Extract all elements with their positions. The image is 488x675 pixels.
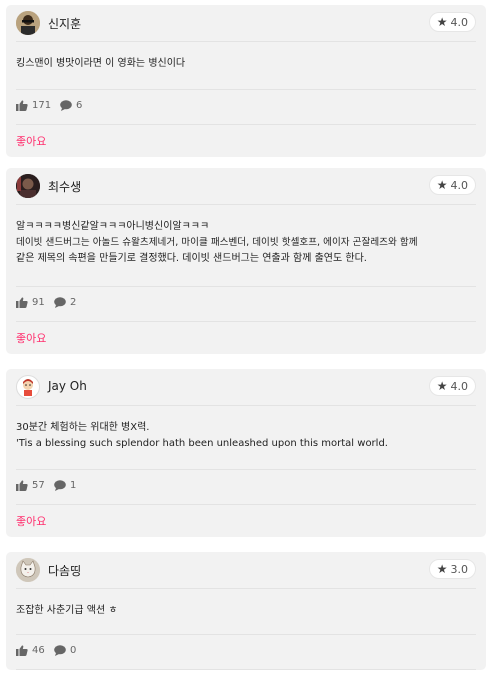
man-with-glasses-avatar[interactable]	[16, 11, 40, 35]
comments-stat: 0	[54, 645, 76, 656]
comments-count: 6	[76, 100, 83, 111]
star-icon: ★	[436, 15, 448, 29]
thumbs-up-icon	[16, 645, 28, 656]
comments-count: 0	[70, 645, 77, 656]
review-stats: 91 2	[16, 287, 476, 322]
review-card: 다솜띵 ★ 3.0 조잡한 사춘기급 액션 ㅎ 46 0	[6, 552, 486, 670]
review-body[interactable]: 알ㅋㅋㅋㅋ병신같알ㅋㅋㅋ아니병신이알ㅋㅋㅋ 데이빗 샌드버그는 아놀드 슈왈츠제…	[16, 205, 476, 287]
like-button[interactable]: 좋아요	[16, 322, 476, 354]
review-stats: 57 1	[16, 470, 476, 505]
rating-value: 3.0	[450, 562, 469, 576]
likes-stat: 46	[16, 645, 45, 656]
likes-stat: 57	[16, 480, 45, 491]
review-text-line: 조잡한 사춘기급 액션 ㅎ	[16, 605, 118, 616]
likes-stat: 91	[16, 297, 45, 308]
rating-value: 4.0	[450, 379, 469, 393]
rating-badge: ★ 4.0	[428, 175, 476, 195]
comments-stat: 1	[54, 480, 76, 491]
speech-bubble-icon	[54, 297, 66, 308]
cat-avatar[interactable]	[16, 558, 40, 582]
star-icon: ★	[436, 178, 448, 192]
review-header: 신지훈 ★ 4.0	[16, 5, 476, 42]
rating-badge: ★ 3.0	[428, 559, 476, 579]
review-username[interactable]: 신지훈	[48, 15, 81, 32]
review-username[interactable]: Jay Oh	[48, 379, 87, 393]
thumbs-up-icon	[16, 480, 28, 491]
comments-stat: 2	[54, 297, 76, 308]
speech-bubble-icon	[54, 645, 66, 656]
review-header: Jay Oh ★ 4.0	[16, 369, 476, 406]
review-stats: 171 6	[16, 90, 476, 125]
review-card: 신지훈 ★ 4.0 킹스맨이 병맛이라면 이 영화는 병신이다 171 6 좋아…	[6, 5, 486, 157]
review-text-line: 킹스맨이 병맛이라면 이 영화는 병신이다	[16, 58, 186, 69]
dark-portrait-avatar[interactable]	[16, 174, 40, 198]
likes-count: 57	[32, 480, 45, 491]
comments-stat: 6	[60, 100, 82, 111]
speech-bubble-icon	[54, 480, 66, 491]
thumbs-up-icon	[16, 297, 28, 308]
rating-value: 4.0	[450, 15, 469, 29]
rating-badge: ★ 4.0	[428, 12, 476, 32]
review-text-line: 알ㅋㅋㅋㅋ병신같알ㅋㅋㅋ아니병신이알ㅋㅋㅋ	[16, 221, 210, 232]
star-icon: ★	[436, 379, 448, 393]
likes-stat: 171	[16, 100, 51, 111]
likes-count: 171	[32, 100, 52, 111]
review-text-line: 'Tis a blessing such splendor hath been …	[16, 438, 388, 449]
review-username[interactable]: 다솜띵	[48, 562, 81, 579]
review-text-line: 데이빗 샌드버그는 아놀드 슈왈츠제네거, 마이클 패스벤더, 데이빗 핫셀호프…	[16, 237, 418, 248]
review-body[interactable]: 킹스맨이 병맛이라면 이 영화는 병신이다	[16, 42, 476, 90]
speech-bubble-icon	[60, 100, 72, 111]
review-username[interactable]: 최수생	[48, 178, 81, 195]
review-text-line: 같은 제목의 속편을 만들기로 결정했다. 데이빗 샌드버그는 연출과 함께 출…	[16, 253, 367, 264]
comments-count: 1	[70, 480, 77, 491]
review-body[interactable]: 30분간 체험하는 위대한 병X력. 'Tis a blessing such …	[16, 406, 476, 470]
review-stats: 46 0	[16, 635, 476, 670]
review-header: 최수생 ★ 4.0	[16, 168, 476, 205]
like-button[interactable]: 좋아요	[16, 125, 476, 157]
review-card: Jay Oh ★ 4.0 30분간 체험하는 위대한 병X력. 'Tis a b…	[6, 369, 486, 537]
like-button[interactable]: 좋아요	[16, 505, 476, 537]
likes-count: 46	[32, 645, 45, 656]
review-body[interactable]: 조잡한 사춘기급 액션 ㅎ	[16, 589, 476, 635]
likes-count: 91	[32, 297, 45, 308]
thumbs-up-icon	[16, 100, 28, 111]
rating-badge: ★ 4.0	[428, 376, 476, 396]
review-text-line: 30분간 체험하는 위대한 병X력.	[16, 422, 150, 433]
comments-count: 2	[70, 297, 77, 308]
star-icon: ★	[436, 562, 448, 576]
review-header: 다솜띵 ★ 3.0	[16, 552, 476, 589]
cartoon-character-avatar[interactable]	[16, 375, 40, 399]
review-feed: 신지훈 ★ 4.0 킹스맨이 병맛이라면 이 영화는 병신이다 171 6 좋아…	[0, 0, 488, 675]
rating-value: 4.0	[450, 178, 469, 192]
review-card: 최수생 ★ 4.0 알ㅋㅋㅋㅋ병신같알ㅋㅋㅋ아니병신이알ㅋㅋㅋ 데이빗 샌드버그…	[6, 168, 486, 354]
